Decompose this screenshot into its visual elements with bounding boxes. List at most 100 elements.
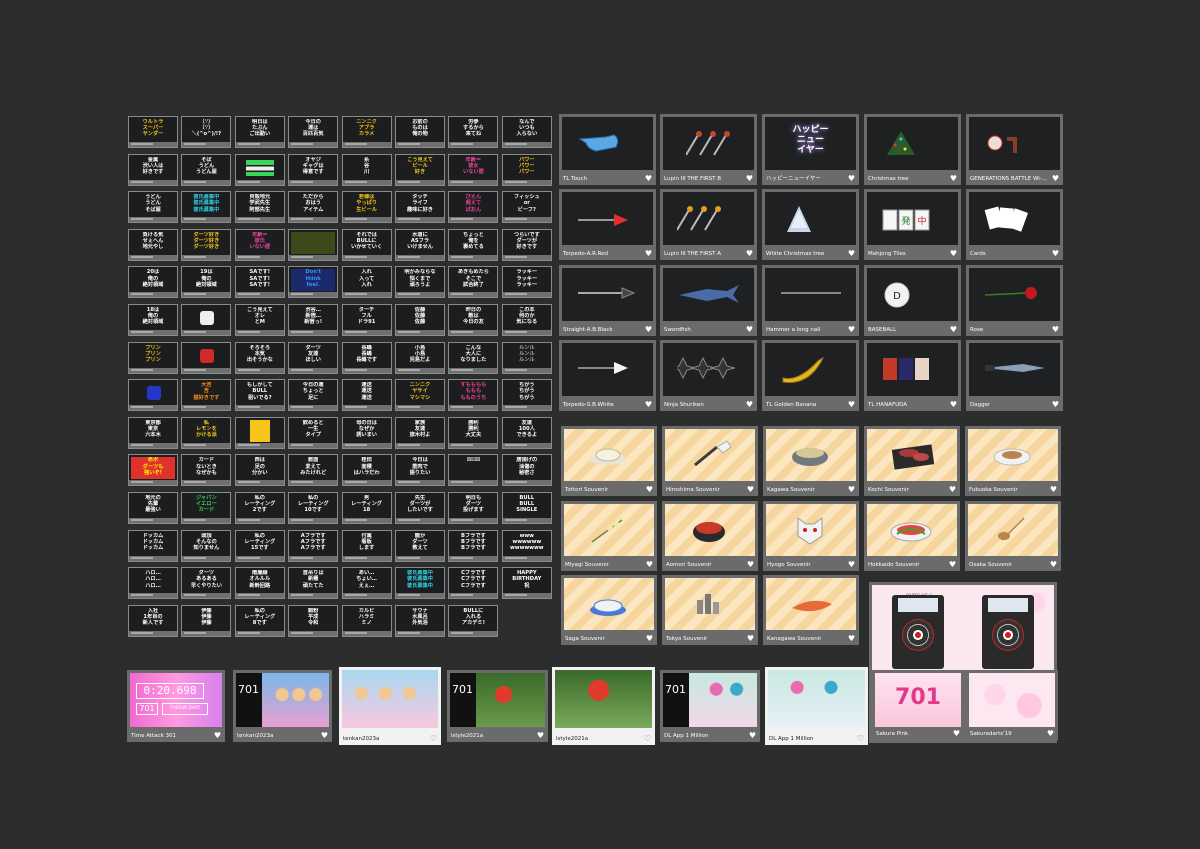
souvenir-card[interactable]: Miyagi Souvenir ♥ [561,500,657,571]
heart-icon[interactable]: ♥ [645,249,652,258]
heart-icon[interactable]: ♥ [214,731,221,740]
message-stamp[interactable]: 駒粉 平成 令和 [288,604,339,637]
item-card[interactable]: Lupin III THE FIRST A ♥ [660,189,757,261]
item-card[interactable]: Torpedo-S.B.White ♥ [559,339,656,411]
message-stamp[interactable]: こう見えて オレ とM [234,304,285,336]
theme-card[interactable]: 0:20.698 701 THROW DART Time Attack 301 ♥ [127,670,225,742]
souvenir-card[interactable]: Fukuoka Souvenir ♥ [965,426,1061,496]
message-stamp[interactable]: ニンニク ヤサイ マシマシ [395,379,445,412]
souvenir-card[interactable]: Kanagawa Souvenir ♥ [763,575,859,645]
message-stamp[interactable]: 渋谷… 新宿… 新宿っ! [288,304,339,336]
item-card[interactable]: Cards ♥ [966,189,1063,261]
message-stamp[interactable] [181,341,232,374]
message-stamp[interactable]: 西は 足の 分かい [234,454,285,487]
souvenir-card[interactable]: Osaka Souvenir ♥ [965,500,1061,571]
theme-card[interactable]: lstyle2021a ♡ [552,667,655,745]
heart-icon[interactable]: ♥ [645,325,652,334]
heart-icon[interactable]: ♥ [321,731,328,740]
message-stamp[interactable]: www wwwwww wwwwwww [501,529,552,562]
heart-icon[interactable]: ♥ [1052,249,1059,258]
item-card[interactable]: TL Touch ♥ [559,114,656,185]
message-stamp[interactable]: こう見えて ビール 好き [395,153,445,186]
heart-icon[interactable]: ♥ [749,731,756,740]
message-stamp[interactable]: BULL BULL SINGLE [501,492,552,524]
message-stamp[interactable]: 今日は 筋肉で 語りたい [395,454,445,487]
heart-icon[interactable]: ♥ [848,249,855,258]
item-card[interactable]: D BASEBALL ♥ [864,264,961,336]
message-stamp[interactable] [128,379,178,412]
theme-card[interactable]: tenkan2023a ♡ [339,667,441,745]
message-stamp[interactable]: 家族 友達 旅木村よ [395,416,445,449]
message-stamp[interactable]: 年齢＝ 彼氏 いない歴 [234,228,285,261]
message-stamp[interactable]: ウルトラ スーパー サンダー [128,116,178,148]
message-stamp[interactable] [234,416,285,449]
message-stamp[interactable]: そば うどん うどん屋 [181,153,232,186]
item-card[interactable]: Ninja Shuriken ♥ [660,339,757,411]
message-stamp[interactable]: 入れ 入って 入れ [341,266,392,299]
message-stamp[interactable]: カルビ ハラミ ミノ [341,604,392,637]
message-stamp[interactable]: オヤジ ギャグは 得意です [288,153,339,186]
message-stamp[interactable]: サウナ 水風呂 外気浴 [395,604,445,637]
heart-icon[interactable]: ♥ [848,400,855,409]
souvenir-card[interactable]: Saga Souvenir ♥ [561,575,657,645]
message-stamp[interactable]: 小島 小島 児島だよ [395,341,445,374]
message-stamp[interactable]: SAです! SAです! SAです! [234,266,285,299]
message-stamp[interactable]: 龍か ダーツ 教えて [395,529,445,562]
heart-icon[interactable]: ♥ [746,400,753,409]
heart-icon[interactable]: ♥ [848,485,855,494]
message-stamp[interactable]: ダーツ 友達 ほしい [288,341,339,374]
message-stamp[interactable]: 若様は やっぱり 生ビール [341,191,392,224]
heart-icon[interactable]: ♥ [746,249,753,258]
heart-icon[interactable]: ♥ [537,731,544,740]
message-stamp[interactable]: それでは BULLに いかせていく [341,228,392,261]
message-stamp[interactable]: 貝殻地元 学武先生 阿部先生 [234,191,285,224]
message-stamp[interactable]: カード ないとき なぜかも [181,454,232,487]
heart-outline-icon[interactable]: ♡ [857,734,864,743]
message-stamp[interactable]: お前の ものは 俺の物 [395,116,445,148]
message-stamp[interactable]: ドッカム ドッカム ドッカム [128,529,178,562]
message-stamp[interactable]: 東京都 東京 六本木 [128,416,178,449]
message-stamp[interactable]: 明日は たぶん ご出勤い [234,116,285,148]
souvenir-card[interactable]: Hiroshima Souvenir ♥ [662,426,758,496]
message-stamp[interactable]: ルンル ルンル ルンル [501,341,552,374]
message-stamp[interactable]: 彼氏募集中 彼氏募集中 彼氏募集中 [395,567,445,600]
heart-icon[interactable]: ♥ [747,560,754,569]
message-stamp[interactable]: ただから おはう アイテム [288,191,339,224]
heart-icon[interactable]: ♥ [949,560,956,569]
heart-icon[interactable]: ♥ [645,400,652,409]
message-stamp[interactable]: Don't think feel. [288,266,339,299]
message-stamp[interactable]: 勝利 勝利 大丈夫 [448,416,499,449]
heart-icon[interactable]: ♥ [747,634,754,643]
souvenir-card[interactable]: Kagawa Souvenir ♥ [763,426,859,496]
heart-icon[interactable]: ♥ [747,485,754,494]
message-stamp[interactable]: 金属 渋い人は 好きです [128,153,178,186]
heart-outline-icon[interactable]: ♡ [644,734,651,743]
message-stamp[interactable] [181,304,232,336]
heart-icon[interactable]: ♥ [950,174,957,183]
theme-card[interactable]: DL App 1 Million ♡ [765,667,868,745]
message-stamp[interactable]: 水道に ASフラ いけません [395,228,445,261]
message-stamp[interactable]: （∵） （∵） ＼(^o^)/!? [181,116,232,148]
message-stamp[interactable]: 地元の 先輩 最強い [128,492,178,524]
message-stamp[interactable]: 長嶋 長嶋 長嶋です [341,341,392,374]
message-stamp[interactable]: 糸 谷 川 [341,153,392,186]
message-stamp[interactable]: ダーツ好き ダーツ好き ダーツ好き [181,228,232,261]
message-stamp[interactable]: 今日の 運は 百匹百気 [288,116,339,148]
message-stamp[interactable]: 付属 看板 します [341,529,392,562]
message-stamp[interactable]: つらいです ダーツが 好きです [501,228,552,261]
message-stamp[interactable]: 母の日は なぜか 誘いまい [341,416,392,449]
message-stamp[interactable]: 髭面 変えて みたけれど [288,454,339,487]
message-stamp[interactable]: もしかして BULL 狙いでる? [234,379,285,412]
message-stamp[interactable]: 唐揚げの 油傷の 秘密さ [501,454,552,487]
throw-dart-button[interactable]: THROW DART [162,703,208,715]
message-stamp[interactable]: 私の レーティング 15です [234,529,285,562]
heart-icon[interactable]: ♥ [953,729,960,738]
heart-icon[interactable]: ♥ [1052,325,1059,334]
message-stamp[interactable]: 男 レーティング 18 [341,492,392,524]
heart-icon[interactable]: ♥ [746,174,753,183]
message-stamp[interactable]: Bフラです Bフラです Bフラです [448,529,499,562]
message-stamp[interactable]: 赤ボ ダーツも 強いぞ! [128,454,178,487]
message-stamp[interactable]: 友達 100人 できるよ [501,416,552,449]
message-stamp[interactable]: 負ける気 せぇへん 地元やし [128,228,178,261]
heart-icon[interactable]: ♥ [646,560,653,569]
